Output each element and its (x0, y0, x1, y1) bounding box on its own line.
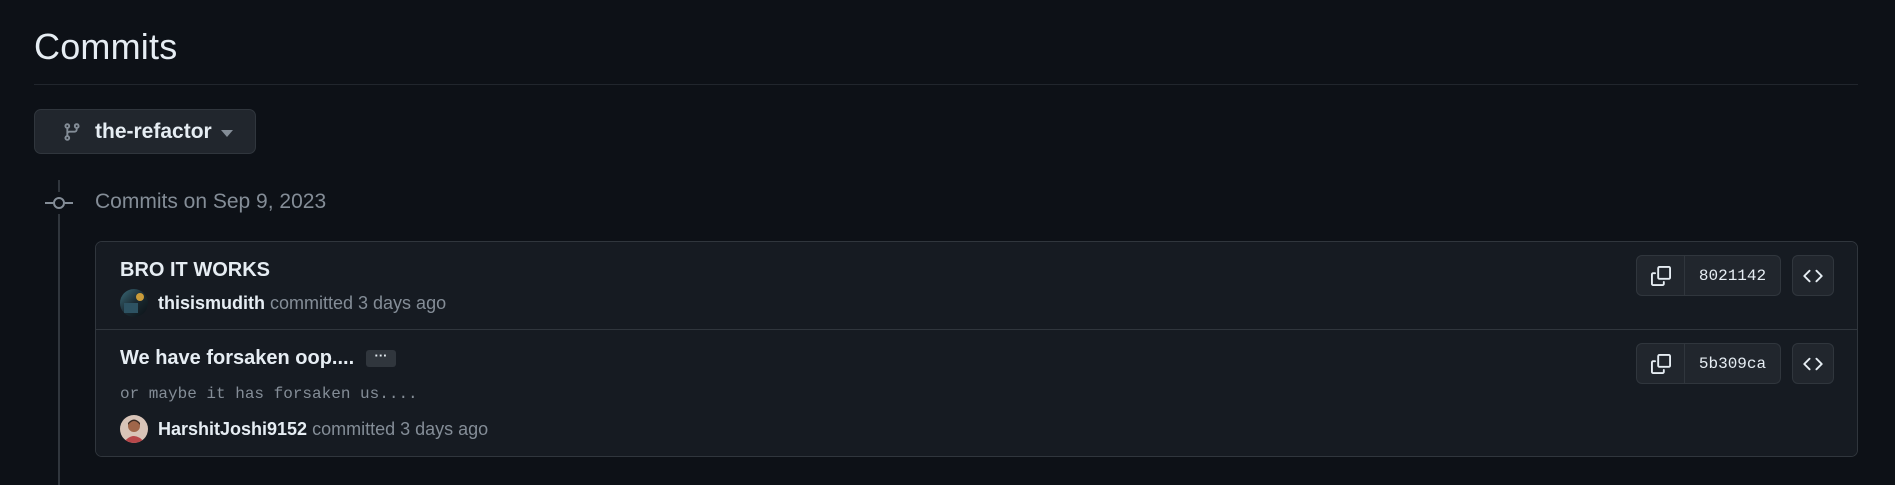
browse-repo-button[interactable] (1792, 343, 1834, 384)
copy-sha-button[interactable] (1636, 255, 1685, 296)
timeline-line (58, 180, 60, 485)
commit-time-text: committed 3 days ago (312, 419, 489, 439)
commit-title-link[interactable]: We have forsaken oop.... (120, 346, 354, 370)
avatar[interactable] (120, 415, 148, 443)
copy-icon (1650, 353, 1671, 374)
git-branch-icon (64, 123, 80, 141)
commit-date-heading: Commits on Sep 9, 2023 (95, 190, 327, 213)
commit-sha-group: 5b309ca (1636, 343, 1781, 384)
commit-author-line: thisismudith committed 3 days ago (120, 289, 446, 317)
commit-row: We have forsaken oop.... ··· or maybe it… (96, 330, 1857, 456)
commits-page: Commits the-refactor Commits on Sep 9, 2… (0, 0, 1895, 485)
title-divider (34, 84, 1858, 85)
commit-time-text: committed 3 days ago (270, 293, 447, 313)
commit-row: BRO IT WORKS thisismudith committed 3 da… (96, 242, 1857, 330)
page-title: Commits (34, 26, 178, 67)
commit-sha-link[interactable]: 5b309ca (1685, 343, 1781, 384)
author-name-link[interactable]: thisismudith (158, 292, 265, 314)
commit-author-line: HarshitJoshi9152 committed 3 days ago (120, 415, 488, 443)
code-icon (1803, 269, 1823, 282)
git-commit-icon (45, 192, 73, 214)
commit-sha-link[interactable]: 8021142 (1685, 255, 1781, 296)
author-name-link[interactable]: HarshitJoshi9152 (158, 418, 307, 440)
branch-label: the-refactor (95, 120, 212, 143)
avatar[interactable] (120, 289, 148, 317)
copy-sha-button[interactable] (1636, 343, 1685, 384)
commit-list: BRO IT WORKS thisismudith committed 3 da… (95, 241, 1858, 457)
browse-repo-button[interactable] (1792, 255, 1834, 296)
commit-title-link[interactable]: BRO IT WORKS (120, 258, 270, 282)
expand-description-button[interactable]: ··· (366, 349, 396, 367)
code-icon (1803, 357, 1823, 370)
copy-icon (1650, 265, 1671, 286)
branch-selector-button[interactable]: the-refactor (34, 109, 256, 154)
caret-down-icon (221, 130, 233, 137)
commit-description: or maybe it has forsaken us.... (120, 385, 418, 403)
commit-sha-group: 8021142 (1636, 255, 1781, 296)
